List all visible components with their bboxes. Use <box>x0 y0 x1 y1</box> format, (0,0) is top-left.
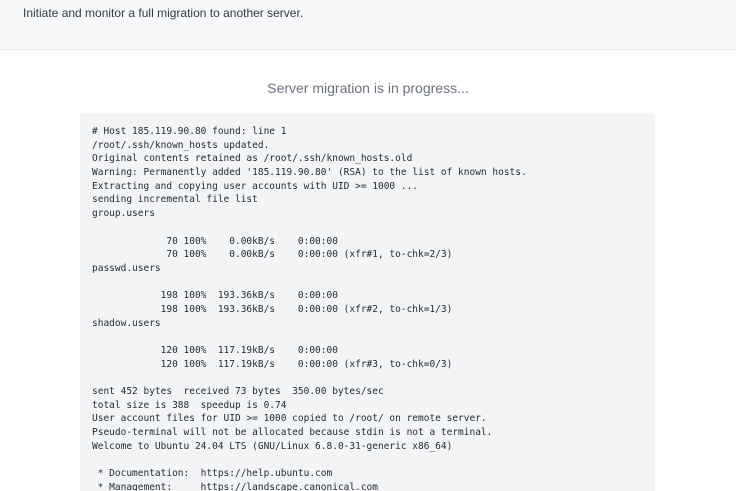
log-line: shadow.users <box>92 317 161 329</box>
page-description: Initiate and monitor a full migration to… <box>23 6 304 20</box>
migration-status-message: Server migration is in progress... <box>267 80 469 96</box>
terminal-lines: # Host 185.119.90.80 found: line 1 /root… <box>92 125 643 491</box>
log-line <box>92 371 643 385</box>
log-line: group.users <box>92 208 155 220</box>
log-line: Pseudo-terminal will not be allocated be… <box>92 427 493 439</box>
log-line: * Documentation: https://help.ubuntu.com <box>92 468 333 480</box>
log-line <box>92 454 643 468</box>
log-line: 70 100% 0.00kB/s 0:00:00 (xfr#1, to-chk=… <box>92 249 453 261</box>
migration-log-output[interactable]: # Host 185.119.90.80 found: line 1 /root… <box>80 113 655 491</box>
log-line: /root/.ssh/known_hosts updated. <box>92 139 270 151</box>
log-line: Original contents retained as /root/.ssh… <box>92 153 413 165</box>
page-header: Initiate and monitor a full migration to… <box>0 0 736 50</box>
log-line: Warning: Permanently added '185.119.90.8… <box>92 167 527 179</box>
log-line: User account files for UID >= 1000 copie… <box>92 413 487 425</box>
log-line: sending incremental file list <box>92 194 258 206</box>
log-line <box>92 276 643 290</box>
log-line: * Management: https://landscape.canonica… <box>92 481 378 491</box>
log-line: 198 100% 193.36kB/s 0:00:00 <box>92 290 338 302</box>
log-line <box>92 330 643 344</box>
log-line: # Host 185.119.90.80 found: line 1 <box>92 126 287 137</box>
log-line: 198 100% 193.36kB/s 0:00:00 (xfr#2, to-c… <box>92 303 453 315</box>
log-line: 120 100% 117.19kB/s 0:00:00 <box>92 345 338 356</box>
log-line: total size is 388 speedup is 0.74 <box>92 399 287 411</box>
log-line: passwd.users <box>92 262 161 274</box>
log-line: 120 100% 117.19kB/s 0:00:00 (xfr#3, to-c… <box>92 358 453 370</box>
log-line: 70 100% 0.00kB/s 0:00:00 <box>92 235 338 247</box>
log-line: sent 452 bytes received 73 bytes 350.00 … <box>92 386 384 398</box>
log-line <box>92 221 643 235</box>
log-line: Welcome to Ubuntu 24.04 LTS (GNU/Linux 6… <box>92 440 453 452</box>
log-line: Extracting and copying user accounts wit… <box>92 180 419 192</box>
